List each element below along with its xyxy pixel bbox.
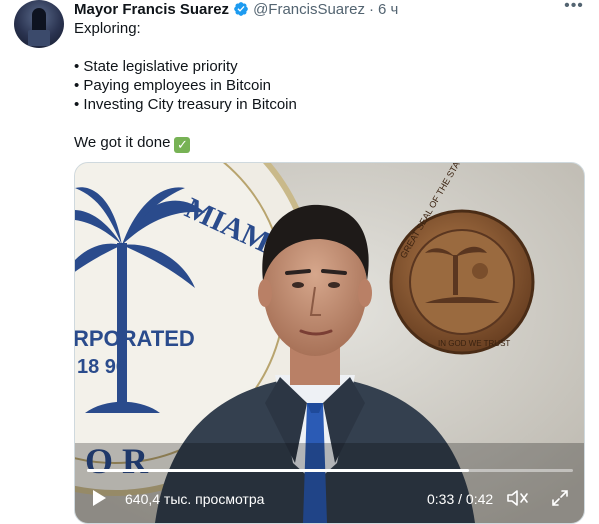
video-progress-bar[interactable] (87, 469, 573, 472)
video-progress-fill (87, 469, 469, 472)
fullscreen-icon[interactable] (551, 489, 569, 507)
verified-badge-icon (234, 2, 248, 16)
video-controls: 640,4 тыс. просмотра 0:33 / 0:42 (75, 481, 584, 511)
check-mark-button-emoji-icon: ✓ (174, 137, 191, 153)
volume-icon[interactable] (507, 489, 529, 507)
tweet-outro-text: We got it done (74, 134, 171, 151)
header-separator: · (369, 0, 374, 18)
tweet-intro: Exploring: (74, 20, 141, 37)
tweet-header: Mayor Francis Suarez @FrancisSuarez · 6 … (74, 0, 398, 18)
bullet-item: State legislative priority (74, 57, 574, 76)
tweet-timestamp[interactable]: 6 ч (378, 1, 398, 18)
seal-right-text: IN GOD WE TRUST (438, 339, 510, 348)
tweet-text: Exploring: State legislative priority Pa… (74, 19, 574, 153)
more-horizontal-icon[interactable]: ••• (562, 0, 586, 16)
bullet-item: Investing City treasury in Bitcoin (74, 95, 574, 114)
avatar-podium (28, 30, 50, 46)
tweet-outro: We got it done ✓ (74, 133, 574, 153)
bullet-list: State legislative priority Paying employ… (74, 57, 574, 114)
tweet[interactable]: Mayor Francis Suarez @FrancisSuarez · 6 … (0, 0, 599, 524)
author-handle[interactable]: @FrancisSuarez (253, 1, 365, 18)
author-name[interactable]: Mayor Francis Suarez (74, 1, 229, 18)
play-icon[interactable] (91, 489, 107, 507)
avatar[interactable] (14, 0, 64, 48)
seal-left-text: RPORATED (75, 326, 195, 351)
video-player[interactable]: MIAMI RPORATED 18 96 O R (74, 162, 585, 524)
seal-left-text: 18 96 (77, 356, 127, 378)
bullet-item: Paying employees in Bitcoin (74, 76, 574, 95)
